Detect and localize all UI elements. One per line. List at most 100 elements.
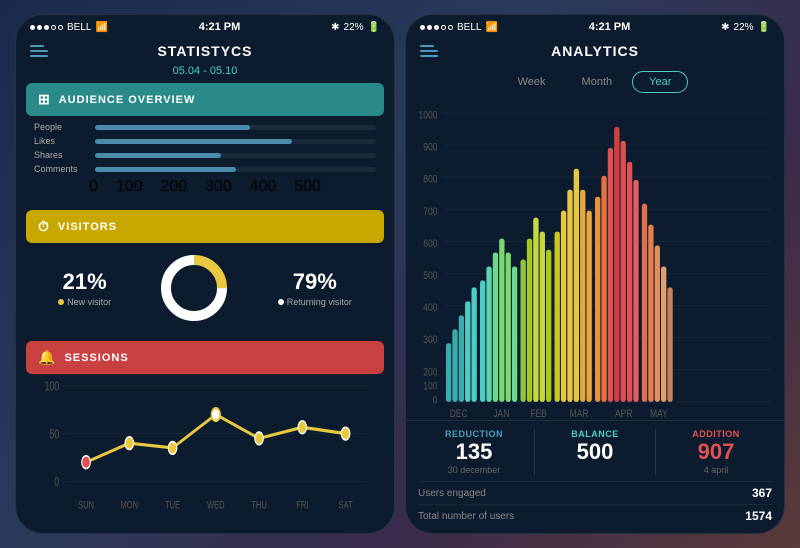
bar-fill-people [95,125,250,130]
time-right: 4:21 PM [589,21,631,33]
sessions-title: SESSIONS [64,352,128,364]
bar-label-comments: Comments [34,164,89,174]
svg-text:900: 900 [423,142,438,154]
tab-month[interactable]: Month [566,71,629,93]
rdot5 [448,25,453,30]
svg-text:0: 0 [54,476,59,490]
tab-year[interactable]: Year [632,71,688,93]
rdot4 [441,25,446,30]
status-bar-right: BELL 📶 4:21 PM ✱ 22% 🔋 [406,15,784,37]
status-right-left: ✱ 22% 🔋 [331,22,380,33]
reduction-block: REDUCTION 135 30 december [418,429,530,475]
reduction-value: 135 [418,439,530,465]
status-right-phone-left: BELL 📶 [420,22,498,33]
svg-text:200: 200 [423,366,438,378]
axis-100: 100 [116,178,143,196]
page-title-right: ANALYTICS [551,43,639,59]
carrier-right: BELL [457,22,481,33]
tab-week[interactable]: Week [502,71,562,93]
header-right: ANALYTICS [406,37,784,65]
dot3 [44,25,49,30]
addition-label: ADDITION [660,429,772,439]
status-right-phone-right: ✱ 22% 🔋 [721,22,770,33]
menu-line-1 [30,45,44,47]
analytics-tabs: Week Month Year [406,65,784,99]
returning-visitor-stat: 79% Returning visitor [278,269,352,307]
bar-track-likes [95,139,376,144]
analytics-stats: REDUCTION 135 30 december BALANCE 500 AD… [406,420,784,533]
signal-dots [30,25,63,30]
status-bar-left: BELL 📶 4:21 PM ✱ 22% 🔋 [16,15,394,37]
addition-value: 907 [660,439,772,465]
svg-text:100: 100 [423,380,438,392]
axis-500: 500 [294,178,321,196]
sessions-header: 🔔 SESSIONS [26,341,384,374]
menu-icon-right[interactable] [420,45,438,57]
svg-text:MAR: MAR [570,408,589,420]
svg-text:800: 800 [423,174,438,186]
visitors-icon: ⏱ [38,218,50,235]
svg-text:JAN: JAN [493,408,509,420]
visitors-title: VISITORS [58,221,117,233]
dot4 [51,25,56,30]
donut-svg [159,253,229,323]
new-visitor-stat: 21% New visitor [58,269,111,307]
reduction-date: 30 december [418,465,530,475]
svg-text:700: 700 [423,206,438,218]
rmenu-line-3 [420,55,438,57]
menu-line-3 [30,55,48,57]
svg-text:TUE: TUE [165,499,180,512]
bar-row-comments: Comments [34,164,376,174]
battery-left: 22% [344,22,364,33]
svg-text:500: 500 [423,270,438,282]
returning-visitor-label: Returning visitor [278,297,352,307]
main-stats-row: REDUCTION 135 30 december BALANCE 500 AD… [418,429,772,475]
bar-fill-comments [95,167,236,172]
svg-text:1000: 1000 [418,110,437,122]
bar-fill-likes [95,139,292,144]
page-title-left: STATISTYCS [157,43,252,59]
svg-text:50: 50 [49,428,59,442]
rmenu-line-1 [420,45,434,47]
signal-dots-right [420,25,453,30]
svg-text:400: 400 [423,302,438,314]
header-left: STATISTYCS [16,37,394,65]
svg-text:FRI: FRI [296,499,308,512]
svg-text:100: 100 [45,380,59,394]
battery-right: 22% [734,22,754,33]
new-visitor-pct: 21% [58,269,111,295]
svg-text:0: 0 [433,394,438,406]
wifi-icon-right: 📶 [485,22,497,33]
axis-labels: 0 100 200 300 400 500 [34,178,376,196]
total-users-value: 1574 [745,509,772,523]
reduction-label: REDUCTION [418,429,530,439]
menu-icon-left[interactable] [30,45,48,57]
bar-track-shares [95,153,376,158]
dot1 [30,25,35,30]
svg-text:600: 600 [423,238,438,250]
sessions-content: 100 50 0 SUN MON T [26,374,384,525]
right-phone: BELL 📶 4:21 PM ✱ 22% 🔋 ANALYTICS Week Mo… [405,14,785,534]
bluetooth-icon-right: ✱ [721,22,729,33]
bar-row-people: People [34,122,376,132]
svg-text:MAY: MAY [650,408,668,420]
audience-header: ⊞ AUDIENCE OVERVIEW [26,83,384,116]
total-users-row: Total number of users 1574 [418,504,772,527]
visitors-section: ⏱ VISITORS 21% New visitor [26,210,384,333]
axis-0: 0 [89,178,98,196]
balance-value: 500 [539,439,651,465]
axis-300: 300 [205,178,232,196]
addition-date: 4 april [660,465,772,475]
divider-2 [655,429,656,475]
axis-400: 400 [250,178,277,196]
svg-text:SAT: SAT [338,499,352,512]
sessions-section: 🔔 SESSIONS 100 50 0 [26,341,384,525]
balance-label: BALANCE [539,429,651,439]
bar-row-shares: Shares [34,150,376,160]
svg-text:FEB: FEB [530,408,547,420]
svg-text:300: 300 [423,334,438,346]
bar-label-shares: Shares [34,150,89,160]
donut-chart [159,253,229,323]
analytics-chart-svg: 1000 900 800 700 600 500 400 300 200 100… [414,99,776,420]
audience-section: ⊞ AUDIENCE OVERVIEW People Likes [26,83,384,202]
